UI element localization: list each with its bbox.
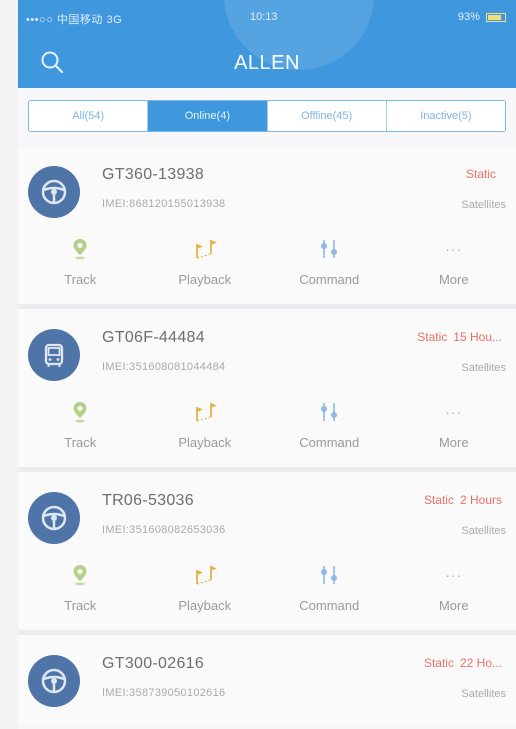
track-button[interactable]: Track <box>18 564 143 626</box>
status-text: Static <box>417 330 448 344</box>
carrier-signal: •••○○ 中国移动 3G <box>26 14 123 26</box>
device-imei: IMEI:868120155013938 <box>102 198 226 210</box>
tab-online[interactable]: Online(4) <box>148 101 268 131</box>
device-status: Static 2 Hours <box>424 493 502 507</box>
more-button[interactable]: ··· More <box>392 238 516 300</box>
page-title: ALLEN <box>234 52 300 74</box>
command-sliders-icon <box>321 566 338 584</box>
track-label: Track <box>64 435 97 450</box>
more-label: More <box>438 598 469 613</box>
steering-wheel-icon <box>28 166 80 218</box>
device-imei: IMEI:351608082653036 <box>102 524 226 536</box>
track-button[interactable]: Track <box>18 238 143 300</box>
more-dots-icon: ··· <box>445 241 463 257</box>
device-card[interactable]: GT06F-44484 IMEI:351608081044484 Static 1… <box>18 309 516 472</box>
status-text: Static <box>423 656 454 670</box>
track-pin-icon <box>73 239 87 260</box>
positioning-type: Satellites <box>461 199 506 211</box>
more-button[interactable]: ··· More <box>392 564 516 626</box>
track-label: Track <box>64 598 97 613</box>
playback-label: Playback <box>178 435 232 450</box>
device-actions: Track Playback Command ··· More <box>18 238 516 300</box>
playback-button[interactable]: Playback <box>143 238 268 300</box>
app-screen: •••○○ 中国移动 3G 10:13 93% ALLEN All(54) On… <box>18 0 516 729</box>
track-label: Track <box>64 272 97 287</box>
status-text: Static <box>423 493 454 507</box>
device-status: Static <box>466 167 502 181</box>
header-bar: •••○○ 中国移动 3G 10:13 93% ALLEN <box>18 0 516 88</box>
playback-flags-icon <box>195 240 217 259</box>
command-label: Command <box>299 598 360 613</box>
device-imei: IMEI:358739050102616 <box>102 687 226 699</box>
track-pin-icon <box>73 565 87 586</box>
bus-icon <box>28 329 80 381</box>
device-card[interactable]: GT360-13938 IMEI:868120155013938 Static … <box>18 146 516 309</box>
command-sliders-icon <box>321 403 338 421</box>
filter-tabs-bar: All(54) Online(4) Offline(45) Inactive(5… <box>18 88 516 146</box>
status-bar: •••○○ 中国移动 3G 10:13 93% <box>18 0 516 30</box>
playback-flags-icon <box>195 566 217 585</box>
device-list: GT360-13938 IMEI:868120155013938 Static … <box>18 146 516 725</box>
status-time: 10:13 <box>250 11 278 23</box>
positioning-type: Satellites <box>461 525 506 537</box>
device-name: GT360-13938 <box>102 166 205 183</box>
track-pin-icon <box>73 402 87 423</box>
device-name: GT06F-44484 <box>102 329 205 346</box>
battery-icon <box>486 12 506 22</box>
tab-all[interactable]: All(54) <box>29 101 149 131</box>
filter-tabs: All(54) Online(4) Offline(45) Inactive(5… <box>28 100 506 132</box>
more-dots-icon: ··· <box>445 404 463 420</box>
more-label: More <box>438 435 469 450</box>
steering-wheel-icon <box>28 655 80 707</box>
command-sliders-icon <box>321 240 338 258</box>
status-duration: 22 Ho... <box>459 656 502 670</box>
command-label: Command <box>299 435 360 450</box>
track-button[interactable]: Track <box>18 401 143 463</box>
positioning-type: Satellites <box>461 688 506 700</box>
playback-label: Playback <box>178 272 232 287</box>
more-label: More <box>438 272 469 287</box>
device-actions: Track Playback Command ··· More <box>18 401 516 463</box>
device-card[interactable]: GT300-02616 IMEI:358739050102616 Static 2… <box>18 635 516 725</box>
device-actions: Track Playback Command ··· More <box>18 564 516 626</box>
status-text: Static <box>465 167 496 181</box>
status-duration: 2 Hours <box>459 493 502 507</box>
device-name: TR06-53036 <box>102 492 194 509</box>
command-button[interactable]: Command <box>267 564 392 626</box>
command-button[interactable]: Command <box>267 238 392 300</box>
battery-percent: 93% <box>457 11 480 23</box>
tab-inactive[interactable]: Inactive(5) <box>387 101 505 131</box>
positioning-type: Satellites <box>461 362 506 374</box>
device-card[interactable]: TR06-53036 IMEI:351608082653036 Static 2 … <box>18 472 516 635</box>
status-duration: 15 Hou... <box>453 330 502 344</box>
more-button[interactable]: ··· More <box>392 401 516 463</box>
device-name: GT300-02616 <box>102 655 205 672</box>
status-right: 93% <box>458 11 506 23</box>
command-label: Command <box>299 272 360 287</box>
playback-flags-icon <box>195 403 217 422</box>
device-status: Static 22 Ho... <box>424 656 502 670</box>
device-imei: IMEI:351608081044484 <box>102 361 226 373</box>
playback-button[interactable]: Playback <box>143 401 268 463</box>
playback-label: Playback <box>178 598 232 613</box>
playback-button[interactable]: Playback <box>143 564 268 626</box>
tab-offline[interactable]: Offline(45) <box>268 101 387 131</box>
device-status: Static 15 Hou... <box>417 330 502 344</box>
command-button[interactable]: Command <box>267 401 392 463</box>
steering-wheel-icon <box>28 492 80 544</box>
more-dots-icon: ··· <box>445 567 463 583</box>
